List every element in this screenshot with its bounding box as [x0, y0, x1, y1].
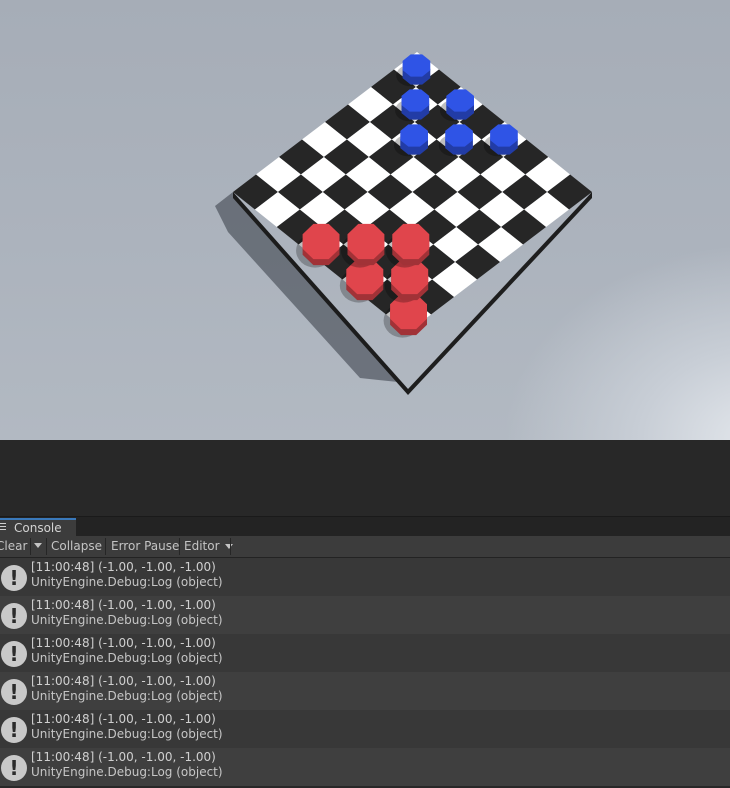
- log-stack: UnityEngine.Debug:Log (object): [31, 727, 223, 741]
- editor-dropdown-label: Editor: [184, 539, 220, 553]
- warning-icon: !: [1, 565, 27, 591]
- toolbar-divider: [230, 538, 231, 555]
- toolbar-divider: [30, 538, 31, 555]
- log-entry[interactable]: ! [11:00:48] (-1.00, -1.00, -1.00) Unity…: [0, 710, 730, 748]
- log-entry[interactable]: ! [11:00:48] (-1.00, -1.00, -1.00) Unity…: [0, 634, 730, 672]
- log-message: [11:00:48] (-1.00, -1.00, -1.00): [31, 674, 216, 688]
- log-stack: UnityEngine.Debug:Log (object): [31, 765, 223, 779]
- log-entry[interactable]: ! [11:00:48] (-1.00, -1.00, -1.00) Unity…: [0, 596, 730, 634]
- red-checker-piece: [302, 223, 340, 260]
- log-message: [11:00:48] (-1.00, -1.00, -1.00): [31, 712, 216, 726]
- log-stack: UnityEngine.Debug:Log (object): [31, 613, 223, 627]
- log-entry[interactable]: ! [11:00:48] (-1.00, -1.00, -1.00) Unity…: [0, 672, 730, 710]
- warning-icon: !: [1, 755, 27, 781]
- console-list-icon: [0, 523, 6, 532]
- tab-console-label: Console: [14, 521, 62, 535]
- log-message: [11:00:48] (-1.00, -1.00, -1.00): [31, 750, 216, 764]
- scene-viewport[interactable]: [0, 0, 730, 440]
- editor-dropdown[interactable]: Editor: [184, 538, 234, 555]
- toolbar-divider: [105, 538, 106, 555]
- warning-icon: !: [1, 603, 27, 629]
- toolbar-divider: [179, 538, 180, 555]
- blue-checker-piece: [401, 89, 430, 112]
- log-entry[interactable]: ! [11:00:48] (-1.00, -1.00, -1.00) Unity…: [0, 558, 730, 596]
- checkers-scene: [215, 52, 592, 395]
- collapse-toggle[interactable]: Collapse: [51, 538, 102, 555]
- warning-icon: !: [1, 679, 27, 705]
- console-toolbar: Clear Collapse Error Pause Editor: [0, 536, 730, 558]
- error-pause-toggle[interactable]: Error Pause: [111, 538, 179, 555]
- blue-checker-piece: [402, 54, 431, 77]
- log-entry[interactable]: ! [11:00:48] (-1.00, -1.00, -1.00) Unity…: [0, 748, 730, 786]
- log-message: [11:00:48] (-1.00, -1.00, -1.00): [31, 560, 216, 574]
- warning-icon: !: [1, 641, 27, 667]
- blue-checker-piece: [490, 124, 518, 147]
- panel-gap: [0, 440, 730, 516]
- console-tabbar: Console: [0, 516, 730, 537]
- log-message: [11:00:48] (-1.00, -1.00, -1.00): [31, 636, 216, 650]
- log-stack: UnityEngine.Debug:Log (object): [31, 689, 223, 703]
- blue-checker-piece: [446, 89, 474, 112]
- red-checker-piece: [392, 223, 430, 260]
- blue-checker-piece: [400, 124, 428, 147]
- red-checker-piece: [347, 223, 385, 260]
- console-log-list[interactable]: ! [11:00:48] (-1.00, -1.00, -1.00) Unity…: [0, 558, 730, 788]
- clear-options-dropdown[interactable]: [34, 537, 42, 554]
- tab-console[interactable]: Console: [0, 518, 76, 537]
- chevron-down-icon: [34, 543, 42, 548]
- log-message: [11:00:48] (-1.00, -1.00, -1.00): [31, 598, 216, 612]
- log-stack: UnityEngine.Debug:Log (object): [31, 575, 223, 589]
- log-stack: UnityEngine.Debug:Log (object): [31, 651, 223, 665]
- warning-icon: !: [1, 717, 27, 743]
- clear-button[interactable]: Clear: [0, 538, 27, 555]
- toolbar-divider: [46, 538, 47, 555]
- blue-checker-piece: [445, 124, 473, 147]
